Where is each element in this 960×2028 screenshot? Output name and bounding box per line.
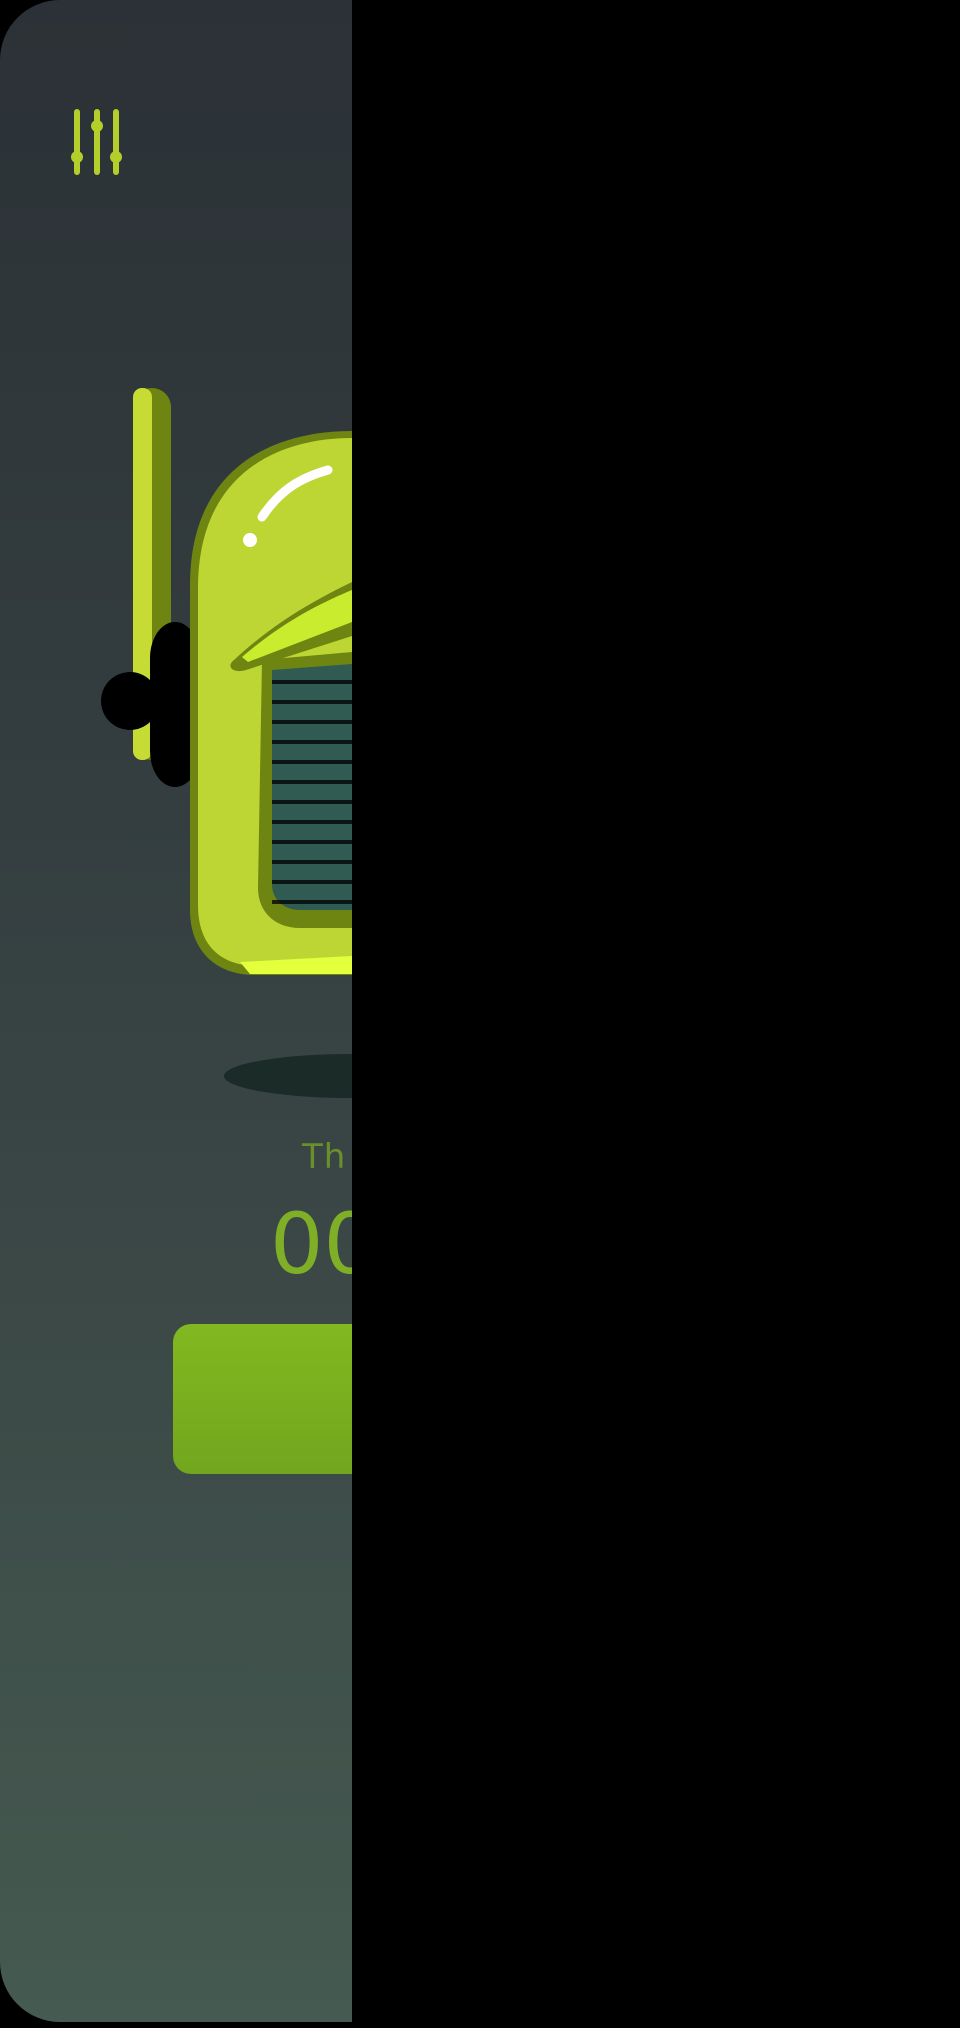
- timer-label: Th: [302, 1137, 347, 1177]
- sliders-icon: [71, 109, 122, 175]
- timer-display: 00: [270, 1195, 352, 1293]
- black-overlay: [352, 0, 960, 2028]
- robot-head-illustration: [0, 360, 352, 1120]
- settings-button[interactable]: [62, 104, 132, 184]
- app-screen: Th 00: [0, 0, 352, 2022]
- start-button[interactable]: [173, 1324, 352, 1474]
